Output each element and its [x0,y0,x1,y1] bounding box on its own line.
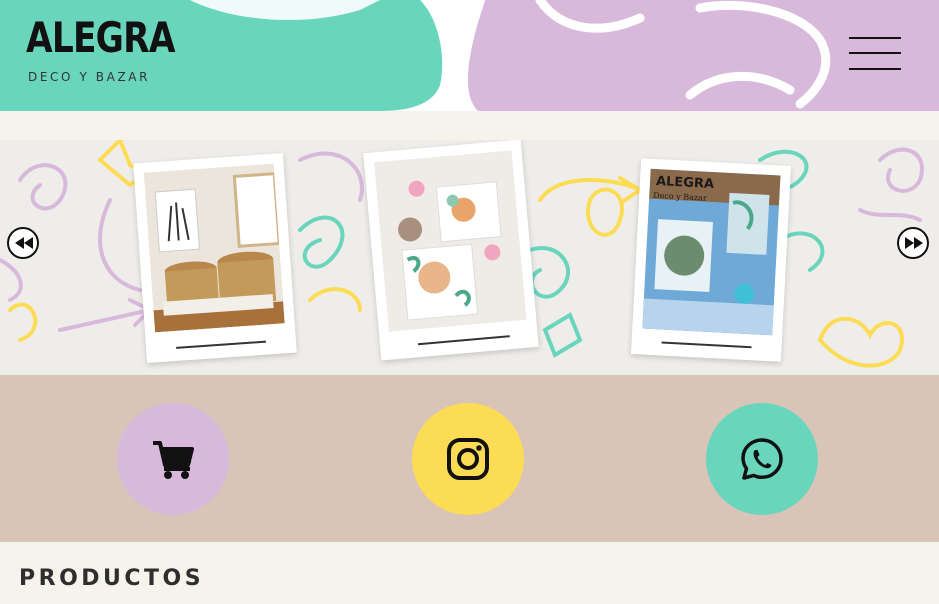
instagram-link-button[interactable] [412,403,524,515]
fast-forward-icon [905,237,923,249]
spacer-band [0,111,939,140]
carousel-prev-button[interactable] [7,227,39,259]
carousel-slide-placemats[interactable]: ALEGRA Deco y Bazar [630,158,792,362]
carousel-slide-baskets[interactable] [133,153,297,363]
brand-name: ALEGRA [26,13,175,62]
placemat-logo-title: ALEGRA [655,174,715,193]
products-section: PRODUCTOS [0,542,939,604]
whatsapp-link-button[interactable] [706,403,818,515]
shop-cart-button[interactable] [117,403,229,515]
products-heading: PRODUCTOS [19,566,205,591]
whatsapp-icon [741,438,783,480]
brand-tagline: DECO Y BAZAR [28,70,151,84]
photo-carousel: ALEGRA Deco y Bazar [0,140,939,375]
social-links-strip [0,375,939,542]
hamburger-menu-icon[interactable] [849,36,901,72]
carousel-slide-cushions[interactable] [363,140,539,361]
carousel-next-button[interactable] [897,227,929,259]
photo-placemats: ALEGRA Deco y Bazar [642,168,781,336]
photo-wicker-baskets [143,163,285,333]
brand-logo[interactable]: ALEGRA DECO Y BAZAR [26,13,207,85]
photo-decorative-cushions [374,150,527,332]
site-header: ALEGRA DECO Y BAZAR [0,0,939,111]
cart-icon [153,441,194,479]
instagram-icon [447,438,489,480]
rewind-icon [15,237,33,249]
